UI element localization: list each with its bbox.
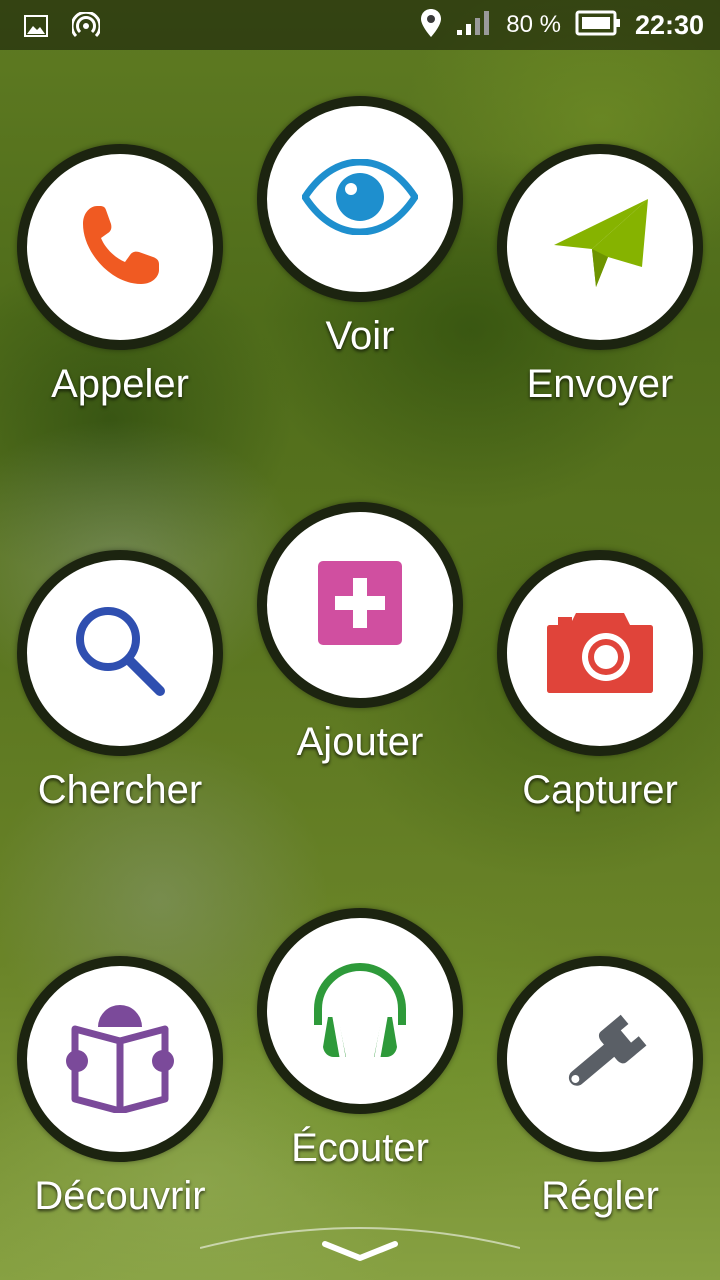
ecouter-button[interactable] (257, 908, 463, 1114)
location-icon (420, 8, 442, 43)
tile-ecouter[interactable]: Écouter (240, 908, 480, 1171)
phone-icon (75, 200, 165, 295)
tile-envoyer[interactable]: Envoyer (480, 144, 720, 407)
eye-icon (300, 157, 420, 240)
battery-icon (575, 10, 621, 41)
hotspot-icon (70, 10, 102, 45)
tile-regler[interactable]: Régler (480, 956, 720, 1219)
tile-chercher[interactable]: Chercher (0, 550, 240, 813)
ajouter-button[interactable] (257, 502, 463, 708)
decouvrir-label: Découvrir (34, 1174, 206, 1218)
tile-capturer[interactable]: Capturer (480, 550, 720, 813)
tile-voir[interactable]: Voir (240, 96, 480, 359)
chercher-button[interactable] (17, 550, 223, 756)
status-bar: 80 % 22:30 (0, 0, 720, 50)
envoyer-label: Envoyer (526, 362, 674, 406)
clock: 22:30 (634, 9, 704, 40)
chevron-down-icon[interactable] (322, 1240, 398, 1262)
search-icon (70, 601, 170, 706)
regler-label: Régler (541, 1174, 659, 1218)
tile-appeler[interactable]: Appeler (0, 144, 240, 407)
decouvrir-button[interactable] (17, 956, 223, 1162)
reading-icon (65, 1001, 175, 1118)
appeler-label: Appeler (51, 362, 189, 406)
voir-label: Voir (325, 314, 395, 358)
add-icon (317, 560, 403, 651)
tile-ajouter[interactable]: Ajouter (240, 502, 480, 765)
capturer-label: Capturer (522, 768, 678, 812)
battery-percent: 80 % (506, 11, 561, 38)
regler-button[interactable] (497, 956, 703, 1162)
wrench-icon (547, 1004, 653, 1115)
appeler-button[interactable] (17, 144, 223, 350)
signal-icon (456, 10, 492, 41)
paper-plane-icon (550, 195, 650, 300)
capturer-button[interactable] (497, 550, 703, 756)
ecouter-label: Écouter (291, 1126, 429, 1170)
voir-button[interactable] (257, 96, 463, 302)
envoyer-button[interactable] (497, 144, 703, 350)
image-notification-icon (24, 15, 48, 42)
ajouter-label: Ajouter (296, 720, 424, 764)
tile-decouvrir[interactable]: Découvrir (0, 956, 240, 1219)
chercher-label: Chercher (37, 768, 203, 812)
headphones-icon (308, 957, 412, 1066)
camera-icon (546, 609, 654, 698)
